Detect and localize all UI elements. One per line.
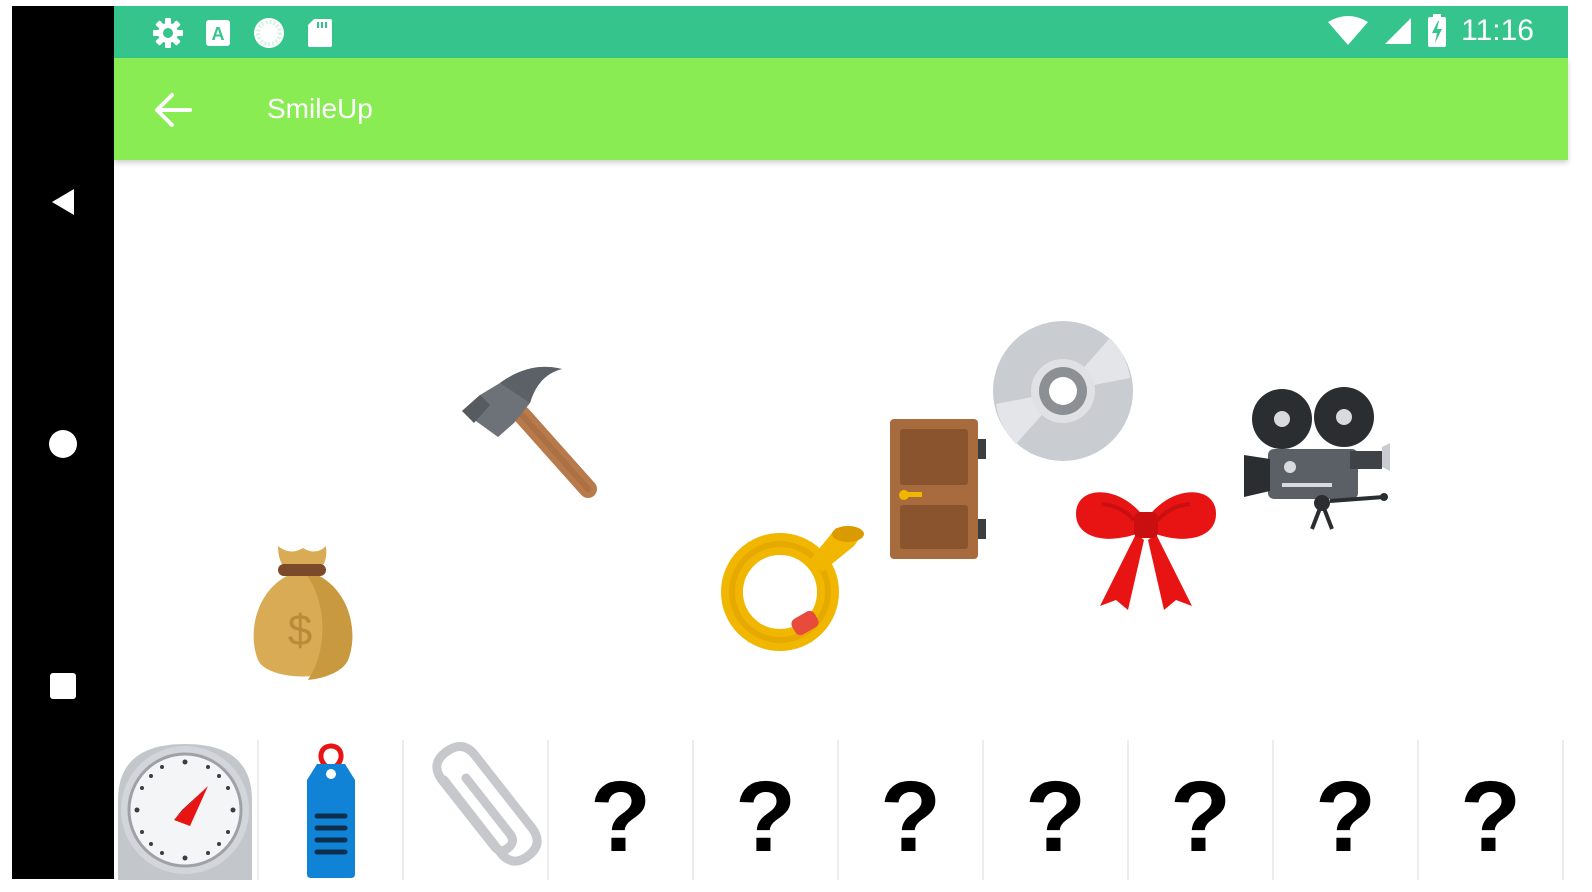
status-bar: A 11:16	[114, 6, 1568, 58]
door-item[interactable]	[886, 415, 991, 563]
tray-slot-unknown[interactable]: ?	[984, 740, 1129, 880]
optical-disc-item[interactable]	[990, 318, 1136, 464]
keyboard-a-icon: A	[206, 20, 230, 46]
back-button[interactable]	[152, 89, 194, 131]
app-bar: SmileUp	[114, 58, 1568, 160]
tray-slot-unknown[interactable]: ?	[839, 740, 984, 880]
tray-slot-paperclip[interactable]	[404, 740, 549, 880]
nav-recents-button[interactable]	[12, 656, 114, 716]
recents-square-icon	[50, 673, 76, 699]
battery-charging-icon	[1428, 14, 1447, 47]
paperclip-icon	[432, 742, 542, 866]
tray-slot-unknown[interactable]: ?	[549, 740, 694, 880]
question-mark: ?	[879, 761, 942, 873]
wifi-icon	[1328, 16, 1369, 45]
svg-text:$: $	[288, 606, 312, 655]
sd-card-icon	[308, 19, 332, 47]
red-ribbon-bow-item[interactable]	[1072, 484, 1220, 612]
signal-icon	[1385, 18, 1412, 44]
gear-icon	[153, 18, 183, 48]
stopwatch-icon	[114, 740, 257, 880]
app-title: SmileUp	[267, 93, 373, 124]
hammer-item[interactable]	[460, 365, 605, 505]
nav-home-button[interactable]	[12, 414, 114, 474]
tray-slot-stopwatch[interactable]	[114, 740, 259, 880]
nav-back-button[interactable]	[12, 172, 114, 232]
tray-slot-unknown[interactable]: ?	[1129, 740, 1274, 880]
blue-tag-icon	[307, 743, 355, 878]
question-mark: ?	[1314, 761, 1377, 873]
question-mark: ?	[1169, 761, 1232, 873]
home-circle-icon	[49, 430, 77, 458]
postal-horn-item[interactable]	[718, 520, 868, 655]
tray-slot-tag[interactable]	[259, 740, 404, 880]
back-triangle-icon	[52, 189, 74, 215]
question-mark: ?	[1024, 761, 1087, 873]
tray-slot-unknown[interactable]: ?	[694, 740, 839, 880]
item-tray: ? ? ? ? ? ? ?	[114, 740, 1568, 880]
tray-slot-unknown[interactable]: ?	[1274, 740, 1419, 880]
sync-circle-icon	[254, 18, 284, 48]
svg-text:A: A	[212, 24, 225, 44]
system-nav-bar	[12, 6, 114, 879]
arrow-back-icon	[155, 93, 192, 127]
tray-slot-unknown[interactable]: ?	[1419, 740, 1564, 880]
question-mark: ?	[589, 761, 652, 873]
question-mark: ?	[734, 761, 797, 873]
money-bag-item[interactable]: $	[248, 540, 358, 685]
status-clock: 11:16	[1461, 14, 1534, 47]
movie-camera-item[interactable]	[1240, 385, 1390, 535]
question-mark: ?	[1459, 761, 1522, 873]
